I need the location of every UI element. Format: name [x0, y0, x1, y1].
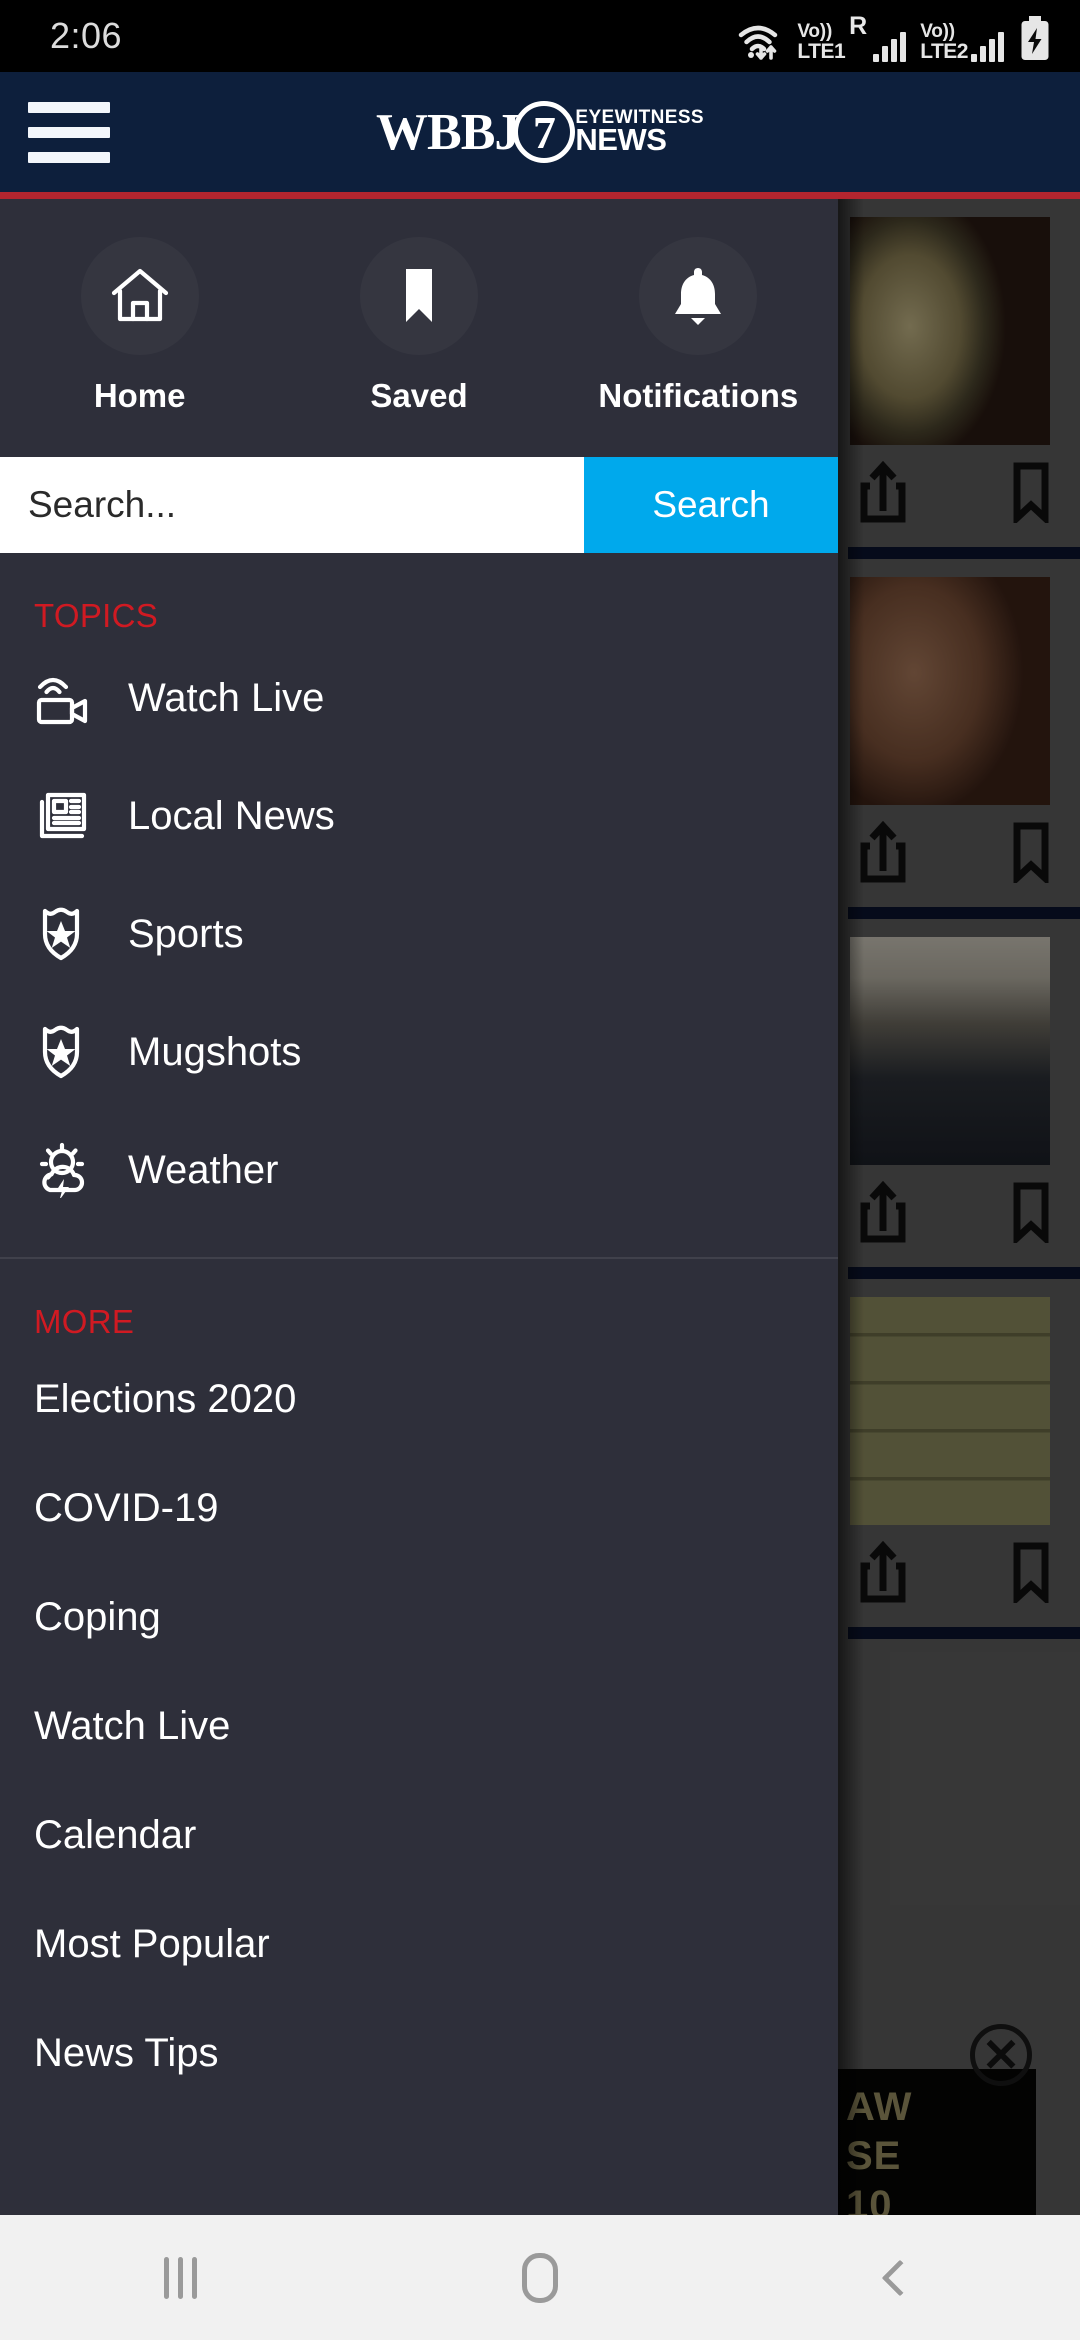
quick-action-saved[interactable]: Saved — [279, 237, 558, 415]
drawer-item-local-news[interactable]: Local News — [0, 757, 838, 875]
drawer-item-news-tips[interactable]: News Tips — [0, 1999, 838, 2108]
recents-glyph — [163, 2256, 197, 2299]
back-glyph — [881, 2259, 919, 2296]
drawer-item-label: Elections 2020 — [34, 1377, 297, 1421]
search-input[interactable] — [0, 457, 584, 553]
drawer-item-watch-live[interactable]: Watch Live — [0, 639, 838, 757]
sim1-network-label: LTE1 — [797, 40, 846, 63]
quick-action-notifications[interactable]: Notifications — [559, 237, 838, 415]
home-glyph — [522, 2252, 558, 2303]
drawer-item-label: Watch Live — [128, 675, 325, 720]
navigation-drawer: Home Saved Notifications Search... Searc… — [0, 199, 838, 2215]
brand-channel-number: 7 — [513, 101, 576, 163]
section-heading-more: MORE — [34, 1303, 135, 1340]
sim1-signal-bars — [873, 32, 907, 62]
app-header: WBBJ 7 EYEWITNESS NEWS — [0, 72, 1080, 192]
drawer-item-label: Weather — [128, 1147, 279, 1192]
brand-wordmark: WBBJ — [376, 103, 520, 161]
bookmark-icon — [360, 237, 478, 355]
hamburger-bar — [28, 101, 110, 113]
home-pill-icon[interactable] — [360, 2252, 720, 2303]
drawer-scrim-overlay[interactable] — [838, 199, 1080, 2215]
status-bar: 2:06 Vo)) LTE1 R Vo)) LTE2 — [0, 0, 1080, 72]
live-video-camera-icon — [34, 671, 120, 725]
drawer-item-label: News Tips — [34, 2031, 219, 2075]
section-heading-topics: TOPICS — [34, 597, 159, 634]
drawer-item-label: Local News — [128, 793, 335, 838]
drawer-item-label: Coping — [34, 1595, 161, 1639]
quick-action-label: Saved — [370, 377, 468, 414]
sim2-volte-glyph: Vo)) — [920, 21, 955, 42]
drawer-item-sports[interactable]: Sports — [0, 875, 838, 993]
sim1-signal-group: Vo)) LTE1 R — [797, 10, 907, 62]
wifi-icon — [737, 10, 783, 62]
drawer-item-elections-2020[interactable]: Elections 2020 — [0, 1345, 838, 1454]
status-icons: Vo)) LTE1 R Vo)) LTE2 — [737, 10, 1052, 62]
status-clock: 2:06 — [50, 15, 123, 56]
sim1-volte: Vo)) LTE1 — [797, 22, 845, 62]
topics-section: TOPICS Watch Live Local News Sports Mugs… — [0, 553, 838, 1229]
header-accent-line — [0, 192, 1080, 199]
hamburger-menu-icon[interactable] — [0, 101, 110, 163]
quick-action-label: Home — [93, 377, 186, 414]
badge-star-icon — [34, 1024, 120, 1080]
brand-tagline-line2: NEWS — [575, 122, 667, 158]
brand-logo: WBBJ 7 EYEWITNESS NEWS — [0, 101, 1080, 163]
drawer-item-label: Watch Live — [34, 1704, 231, 1748]
battery-charging-icon — [1018, 10, 1052, 62]
sim2-network-label: LTE2 — [920, 40, 968, 63]
sun-cloud-lightning-icon — [34, 1142, 120, 1198]
drawer-item-label: Mugshots — [128, 1029, 302, 1074]
recents-icon[interactable] — [0, 2256, 360, 2299]
bell-icon — [639, 237, 757, 355]
search-bar: Search — [0, 457, 838, 553]
sim2-signal-group: Vo)) LTE2 — [920, 10, 1004, 62]
brand-tagline: EYEWITNESS NEWS — [575, 107, 704, 158]
drawer-item-label: Calendar — [34, 1813, 197, 1857]
drawer-item-label: Most Popular — [34, 1922, 270, 1966]
drawer-item-weather[interactable]: Weather — [0, 1111, 838, 1229]
sim2-volte: Vo)) LTE2 — [920, 22, 968, 62]
sim1-volte-glyph: Vo)) — [797, 21, 833, 42]
drawer-item-label: COVID-19 — [34, 1486, 219, 1530]
drawer-item-watch-live-more[interactable]: Watch Live — [0, 1672, 838, 1781]
back-chevron-icon[interactable] — [720, 2259, 1080, 2296]
system-navigation-bar — [0, 2215, 1080, 2340]
hamburger-bar — [28, 151, 110, 163]
hamburger-bar — [28, 126, 110, 138]
drawer-item-mugshots[interactable]: Mugshots — [0, 993, 838, 1111]
badge-star-icon — [34, 906, 120, 962]
drawer-edge-shadow — [838, 199, 864, 2215]
quick-action-home[interactable]: Home — [0, 237, 279, 415]
newspaper-icon — [34, 790, 120, 842]
quick-action-label: Notifications — [598, 377, 799, 414]
drawer-item-calendar[interactable]: Calendar — [0, 1781, 838, 1890]
sim2-signal-bars — [971, 32, 1004, 62]
phone-screen: 2:06 Vo)) LTE1 R Vo)) LTE2 WBBJ 7 EYEWIT… — [0, 0, 1080, 2340]
drawer-item-covid-19[interactable]: COVID-19 — [0, 1454, 838, 1563]
search-button[interactable]: Search — [584, 457, 838, 553]
quick-actions-row: Home Saved Notifications — [0, 199, 838, 447]
roaming-indicator: R — [849, 12, 868, 40]
drawer-item-most-popular[interactable]: Most Popular — [0, 1890, 838, 1999]
drawer-item-label: Sports — [128, 911, 244, 956]
more-section: MORE Elections 2020 COVID-19 Coping Watc… — [0, 1259, 838, 2108]
brand-tagline-line1: EYEWITNESS — [575, 107, 704, 128]
drawer-item-coping[interactable]: Coping — [0, 1563, 838, 1672]
home-icon — [81, 237, 199, 355]
